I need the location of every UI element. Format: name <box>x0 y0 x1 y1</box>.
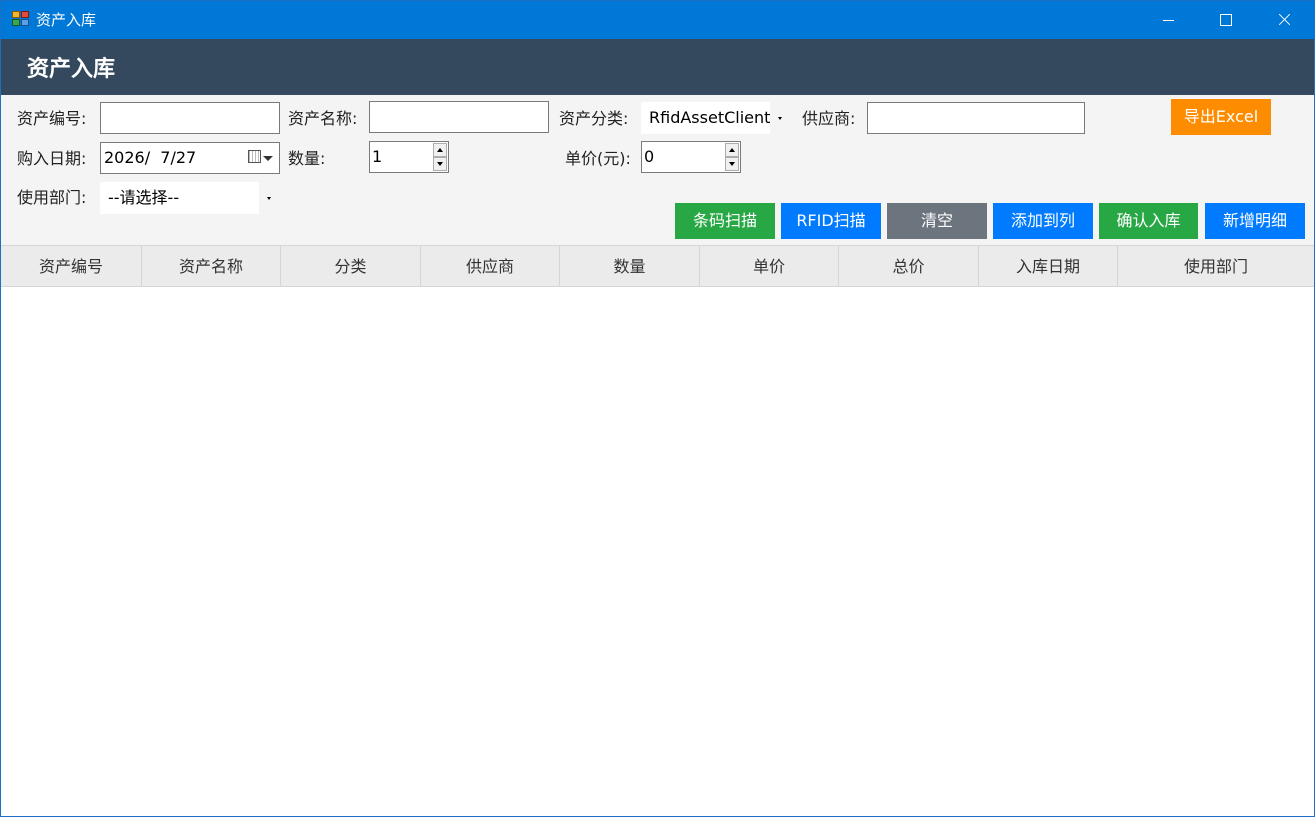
chevron-down-icon[interactable] <box>259 182 279 214</box>
column-header-total-price[interactable]: 总价 <box>839 246 979 287</box>
column-header-category[interactable]: 分类 <box>281 246 421 287</box>
category-select[interactable]: RfidAssetClient <box>641 102 790 134</box>
clear-button[interactable]: 清空 <box>887 203 987 239</box>
calendar-icon[interactable] <box>248 150 261 163</box>
quantity-label: 数量: <box>288 149 326 168</box>
category-label: 资产分类: <box>559 109 629 128</box>
purchase-date-picker[interactable]: 2026/ 7/27 <box>100 142 280 174</box>
spin-down-icon[interactable] <box>725 157 739 171</box>
title-bar[interactable]: 资产入库 <box>1 1 1314 39</box>
column-header-supplier[interactable]: 供应商 <box>421 246 560 287</box>
confirm-inbound-button[interactable]: 确认入库 <box>1099 203 1198 239</box>
quantity-spin-buttons[interactable] <box>433 143 447 171</box>
export-excel-button[interactable]: 导出Excel <box>1171 99 1271 135</box>
column-header-inbound-date[interactable]: 入库日期 <box>979 246 1118 287</box>
asset-code-input[interactable] <box>100 102 280 134</box>
spin-up-icon[interactable] <box>725 143 739 157</box>
column-header-department[interactable]: 使用部门 <box>1118 246 1314 287</box>
unit-price-spin-buttons[interactable] <box>725 143 739 171</box>
asset-form: 资产编号: 资产名称: 资产分类: RfidAssetClient 供应商: 导… <box>1 95 1314 245</box>
page-header: 资产入库 <box>1 39 1314 95</box>
purchase-date-value: 2026/ 7/27 <box>104 148 197 167</box>
rfid-scan-button[interactable]: RFID扫描 <box>781 203 881 239</box>
minimize-icon[interactable] <box>1139 1 1197 39</box>
column-header-quantity[interactable]: 数量 <box>560 246 700 287</box>
column-header-unit-price[interactable]: 单价 <box>700 246 839 287</box>
app-icon <box>12 11 30 28</box>
quantity-stepper[interactable]: 1 <box>369 141 449 173</box>
spin-up-icon[interactable] <box>433 143 447 157</box>
window-title: 资产入库 <box>36 11 97 29</box>
spin-down-icon[interactable] <box>433 157 447 171</box>
department-select[interactable]: --请选择-- <box>100 182 279 214</box>
supplier-input[interactable] <box>867 102 1085 134</box>
close-icon[interactable] <box>1255 1 1313 39</box>
page-title: 资产入库 <box>27 57 116 82</box>
asset-code-label: 资产编号: <box>17 109 87 128</box>
quantity-value: 1 <box>372 147 383 166</box>
column-header-asset-name[interactable]: 资产名称 <box>142 246 281 287</box>
unit-price-label: 单价(元): <box>565 149 631 168</box>
unit-price-value: 0 <box>644 147 655 166</box>
asset-table[interactable]: 资产编号 资产名称 分类 供应商 数量 单价 总价 入库日期 使用部门 <box>1 245 1314 816</box>
chevron-down-icon[interactable] <box>770 102 790 134</box>
table-header: 资产编号 资产名称 分类 供应商 数量 单价 总价 入库日期 使用部门 <box>1 245 1314 287</box>
maximize-icon[interactable] <box>1197 1 1255 39</box>
asset-name-input[interactable] <box>369 101 549 133</box>
app-window: 资产入库 资产入库 资产编号: 资产名称: 资产分类: RfidAssetCli… <box>0 0 1315 817</box>
asset-name-label: 资产名称: <box>288 109 358 128</box>
department-select-value: --请选择-- <box>108 188 180 207</box>
purchase-date-label: 购入日期: <box>17 149 87 168</box>
unit-price-stepper[interactable]: 0 <box>641 141 741 173</box>
add-to-list-button[interactable]: 添加到列 <box>993 203 1093 239</box>
barcode-scan-button[interactable]: 条码扫描 <box>675 203 775 239</box>
department-label: 使用部门: <box>17 188 87 207</box>
add-detail-button[interactable]: 新增明细 <box>1205 203 1305 239</box>
supplier-label: 供应商: <box>802 109 856 128</box>
column-header-asset-code[interactable]: 资产编号 <box>1 246 142 287</box>
category-select-value: RfidAssetClient <box>649 108 771 127</box>
chevron-down-icon[interactable] <box>263 156 273 161</box>
